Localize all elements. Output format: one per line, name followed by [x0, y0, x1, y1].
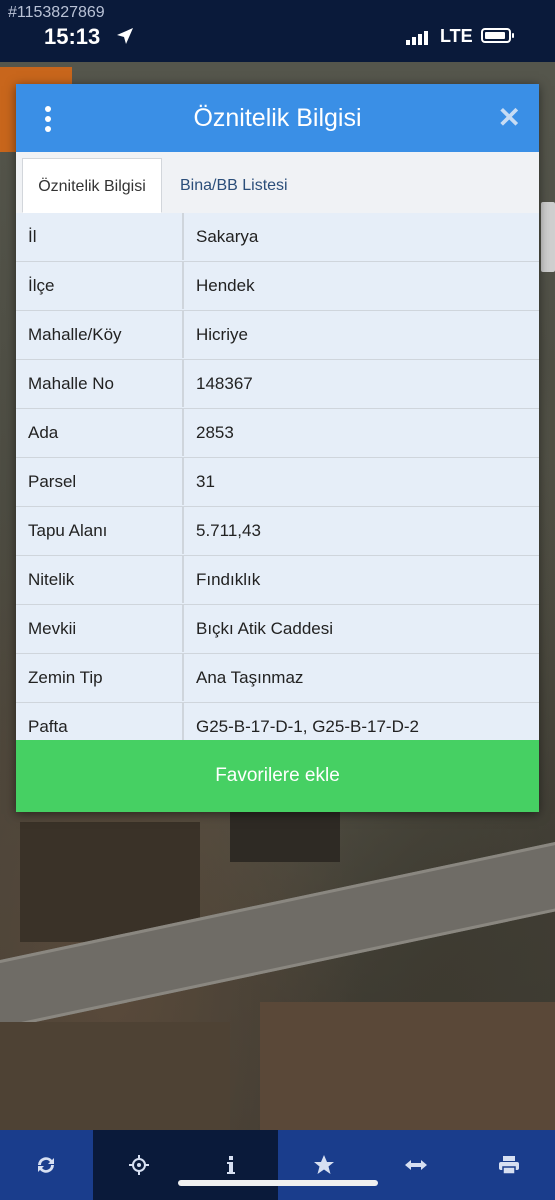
print-icon — [498, 1156, 519, 1175]
attribute-key: Tapu Alanı — [16, 507, 184, 554]
attribute-value: 31 — [196, 472, 215, 491]
refresh-button[interactable] — [0, 1130, 93, 1200]
add-to-favorites-button[interactable]: Favorilere ekle — [16, 740, 539, 812]
attribute-key: Mahalle/Köy — [16, 311, 184, 358]
attribute-key: Mahalle No — [16, 360, 184, 407]
attribute-value: 2853 — [196, 423, 234, 442]
tab-building-list[interactable]: Bina/BB Listesi — [168, 158, 300, 213]
clock-time: 15:13 — [44, 24, 101, 49]
location-arrow-icon — [117, 28, 133, 44]
table-row: Zemin Tip Ana Taşınmaz — [16, 654, 539, 703]
table-row: Mahalle/Köy Hicriye — [16, 311, 539, 360]
map-field — [260, 1002, 555, 1130]
battery-icon — [481, 28, 514, 43]
info-button[interactable] — [185, 1130, 278, 1200]
attribute-key: Nitelik — [16, 556, 184, 603]
favorites-button[interactable] — [278, 1130, 371, 1200]
attribute-key: İlçe — [16, 262, 184, 309]
cellular-signal-icon — [406, 31, 428, 45]
table-row: Mevkii Bıçkı Atik Caddesi — [16, 605, 539, 654]
measure-icon — [405, 1160, 428, 1170]
home-indicator — [178, 1180, 378, 1186]
attribute-key: Ada — [16, 409, 184, 456]
attribute-key: Parsel — [16, 458, 184, 505]
table-row: Tapu Alanı 5.711,43 — [16, 507, 539, 556]
measure-button[interactable] — [370, 1130, 463, 1200]
table-row: Ada 2853 — [16, 409, 539, 458]
locate-button[interactable] — [92, 1130, 185, 1200]
image-id-watermark: #1153827869 — [8, 4, 105, 21]
locate-icon — [128, 1155, 149, 1175]
refresh-icon — [38, 1157, 55, 1173]
print-button[interactable] — [463, 1130, 555, 1200]
star-icon — [313, 1155, 334, 1174]
attribute-key: Mevkii — [16, 605, 184, 652]
dialog-tabs: Öznitelik Bilgisi Bina/BB Listesi — [16, 152, 539, 214]
network-type: LTE — [440, 26, 473, 46]
dialog-header: Öznitelik Bilgisi ✕ — [16, 84, 539, 152]
dialog-title: Öznitelik Bilgisi — [193, 104, 362, 132]
attribute-key: İl — [16, 213, 184, 260]
attribute-value: Ana Taşınmaz — [196, 668, 304, 687]
map-scrollbar[interactable] — [541, 202, 555, 272]
bottom-toolbar — [0, 1130, 555, 1200]
attribute-key: Zemin Tip — [16, 654, 184, 701]
close-icon[interactable]: ✕ — [498, 104, 521, 132]
attribute-info-dialog: Öznitelik Bilgisi ✕ Öznitelik Bilgisi Bi… — [16, 84, 539, 812]
status-bar: #1153827869 15:13 LTE — [0, 0, 555, 62]
attribute-value: 148367 — [196, 374, 253, 393]
attribute-value: Bıçkı Atik Caddesi — [196, 619, 334, 638]
attribute-value: Hendek — [196, 276, 255, 295]
table-row: İlçe Hendek — [16, 262, 539, 311]
map-field — [0, 1022, 230, 1130]
table-row: Parsel 31 — [16, 458, 539, 507]
table-row: Mahalle No 148367 — [16, 360, 539, 409]
attribute-value: Fındıklık — [196, 570, 261, 589]
attribute-value: 5.711,43 — [196, 521, 261, 540]
attribute-table: İl Sakarya İlçe Hendek Mahalle/Köy Hicriye … — [16, 213, 539, 752]
tab-attribute-info[interactable]: Öznitelik Bilgisi — [22, 158, 162, 213]
info-icon — [227, 1156, 236, 1174]
attribute-value: Hicriye — [196, 325, 248, 344]
table-row: İl Sakarya — [16, 213, 539, 262]
attribute-value: Sakarya — [196, 227, 259, 246]
table-row: Nitelik Fındıklık — [16, 556, 539, 605]
